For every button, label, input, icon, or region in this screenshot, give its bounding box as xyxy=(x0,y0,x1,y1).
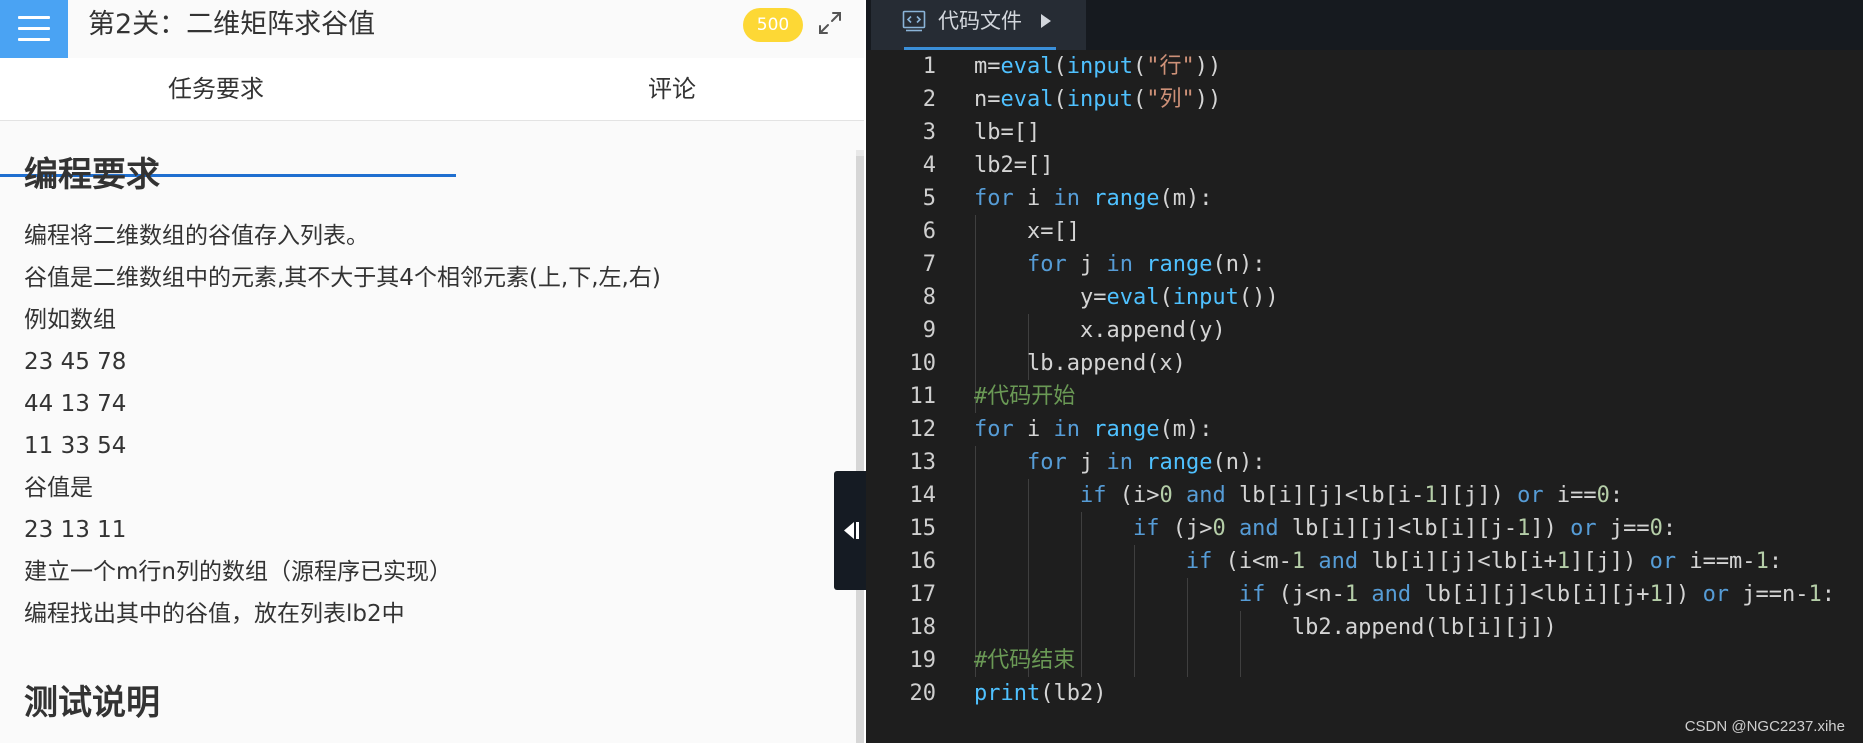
line-number: 5 xyxy=(922,186,936,211)
code-line: for j in range(n): xyxy=(1026,450,1266,475)
code-line: lb=[] xyxy=(974,120,1041,145)
code-file-label: 代码文件 xyxy=(938,9,1022,33)
content-line: 23 13 11 xyxy=(24,517,127,543)
collapse-left-icon xyxy=(844,522,859,539)
code-line: #代码开始 xyxy=(974,384,1076,409)
line-number: 3 xyxy=(922,120,936,145)
menu-button[interactable] xyxy=(0,0,68,58)
line-number: 18 xyxy=(909,615,937,640)
code-line: for i in range(m): xyxy=(974,186,1213,211)
code-area[interactable]: 1 2 3 4 5 6 7 8 9 10 11 12 13 14 15 16 1… xyxy=(866,50,1863,743)
watermark: CSDN @NGC2237.xihe xyxy=(1684,718,1845,735)
line-number: 12 xyxy=(909,417,937,442)
content-line: 例如数组 xyxy=(24,307,116,333)
section-title-test: 测试说明 xyxy=(24,683,160,723)
line-number: 4 xyxy=(922,153,936,178)
code-line: n=eval(input("列")) xyxy=(974,87,1222,112)
section-title-requirements: 编程要求 xyxy=(24,155,160,195)
code-line: y=eval(input()) xyxy=(974,285,1279,310)
content-line: 谷值是二维数组中的元素,其不大于其4个相邻元素(上,下,左,右) xyxy=(24,265,661,291)
code-line: if (i<m-1 and lb[i][j]<lb[i+1][j]) or i=… xyxy=(1185,549,1783,574)
scrollbar-thumb[interactable] xyxy=(856,156,864,743)
content-line: 建立一个m行n列的数组（源程序已实现） xyxy=(24,559,452,585)
line-number: 6 xyxy=(922,219,936,244)
line-number: 2 xyxy=(922,87,936,112)
line-number: 14 xyxy=(909,483,937,508)
task-header: 第2关：二维矩阵求谷值 500 xyxy=(0,0,864,58)
line-number: 10 xyxy=(909,351,937,376)
content-line: 23 45 78 xyxy=(24,349,127,375)
tab-comments[interactable]: 评论 xyxy=(456,58,864,120)
line-number: 8 xyxy=(922,285,936,310)
task-content: 编程要求 编程将二维数组的谷值存入列表。 谷值是二维数组中的元素,其不大于其4个… xyxy=(0,121,856,743)
code-line: lb2=[] xyxy=(974,153,1054,178)
code-line: if (j<n-1 and lb[i][j]<lb[i][j+1]) or j=… xyxy=(1238,582,1836,607)
task-panel: 第2关：二维矩阵求谷值 500 任务要求 评论 编程要求 编程将二维数组的谷值存… xyxy=(0,0,864,743)
code-file-icon xyxy=(902,10,926,32)
task-tabs: 任务要求 评论 xyxy=(0,58,864,177)
line-number: 19 xyxy=(909,648,937,673)
line-number: 11 xyxy=(909,384,937,409)
score-badge: 500 xyxy=(743,8,803,42)
code-line: x.append(y) xyxy=(974,318,1226,343)
line-number: 20 xyxy=(909,681,937,706)
code-editor-panel: 代码文件 1 2 3 4 5 6 7 8 9 10 11 12 13 14 15… xyxy=(866,0,1863,743)
tab-task-requirements[interactable]: 任务要求 xyxy=(0,58,432,120)
content-line: 44 13 74 xyxy=(24,391,127,417)
line-number: 16 xyxy=(909,549,937,574)
code-line: m=eval(input("行")) xyxy=(974,54,1222,79)
code-line: if (i>0 and lb[i][j]<lb[i-1][j]) or i==0… xyxy=(1079,483,1624,508)
collapse-panel-handle[interactable] xyxy=(834,471,866,590)
content-line: 谷值是 xyxy=(24,475,93,501)
page-title: 第2关：二维矩阵求谷值 xyxy=(88,9,376,40)
code-line: lb.append(x) xyxy=(974,351,1186,376)
content-line: 编程将二维数组的谷值存入列表。 xyxy=(24,223,369,249)
content-line: 编程找出其中的谷值，放在列表lb2中 xyxy=(24,601,405,627)
line-number: 17 xyxy=(909,582,937,607)
expand-icon[interactable] xyxy=(817,10,843,36)
code-line: if (j>0 and lb[i][j]<lb[i][j-1]) or j==0… xyxy=(1132,516,1677,541)
play-arrow-icon[interactable] xyxy=(1041,14,1051,28)
content-line: 11 33 54 xyxy=(24,433,127,459)
code-line: for j in range(n): xyxy=(1026,252,1266,277)
code-line: #代码结束 xyxy=(974,648,1076,673)
line-number: 13 xyxy=(909,450,937,475)
code-file-tab[interactable]: 代码文件 xyxy=(871,0,1086,50)
code-line: for i in range(m): xyxy=(974,417,1213,442)
code-line: x=[] xyxy=(974,219,1080,244)
line-number: 7 xyxy=(922,252,936,277)
line-number: 9 xyxy=(922,318,936,343)
code-line: lb2.append(lb[i][j]) xyxy=(974,615,1557,640)
editor-tab-bar: 代码文件 xyxy=(866,0,1863,50)
line-number: 1 xyxy=(922,54,936,79)
code-line: print(lb2) xyxy=(974,681,1107,706)
line-number: 15 xyxy=(909,516,937,541)
